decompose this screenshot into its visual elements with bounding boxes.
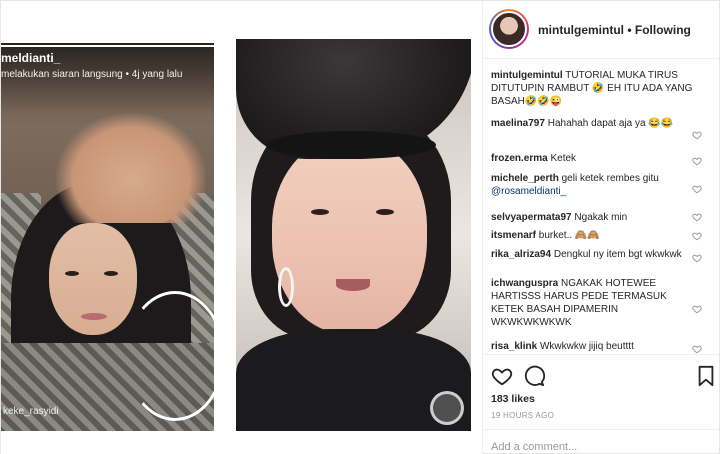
comment-username[interactable]: ichwanguspra bbox=[491, 278, 558, 289]
video-screenshot-right bbox=[236, 39, 471, 431]
comment-text: Dengkul ny item bgt wkwkwk bbox=[553, 249, 682, 260]
highlight-circle bbox=[125, 291, 214, 421]
comment-username[interactable]: frozen.erma bbox=[491, 153, 548, 164]
comment-mention[interactable]: @rosameldianti_ bbox=[491, 186, 566, 197]
caption: mintulgemintul TUTORIAL MUKA TIRUS DITUT… bbox=[491, 69, 696, 108]
comment-username[interactable]: maelina797 bbox=[491, 118, 545, 129]
avatar[interactable] bbox=[489, 9, 529, 49]
live-screenshot-left: meldianti_ melakukan siaran langsung • 4… bbox=[1, 43, 214, 431]
comment-icon[interactable] bbox=[523, 365, 546, 387]
comment-text: Ngakak min bbox=[574, 212, 628, 223]
record-button-icon bbox=[430, 391, 464, 425]
add-comment-input[interactable]: Add a comment... bbox=[491, 441, 577, 453]
comment-text: Ketek bbox=[550, 153, 577, 164]
comment-item: ichwanguspra NGAKAK HOTEWEE HARTISSS HAR… bbox=[491, 277, 696, 329]
likes-count[interactable]: 183 likes bbox=[491, 393, 535, 405]
comment-text: burket.. 🙈🙈 bbox=[538, 230, 600, 241]
comment-item: rika_alriza94 Dengkul ny item bgt wkwkwk bbox=[491, 248, 696, 261]
comment-item: michele_perth geli ketek rembes gitu @ro… bbox=[491, 172, 696, 198]
comment-item: maelina797 Hahahah dapat aja ya 😂😂 bbox=[491, 117, 696, 130]
comment-item: selvyapermata97 Ngakak min bbox=[491, 211, 696, 224]
divider bbox=[483, 429, 720, 430]
header-username[interactable]: mintulgemintul bbox=[538, 23, 624, 37]
comment-like-heart-icon[interactable] bbox=[692, 304, 702, 314]
post-media[interactable]: meldianti_ melakukan siaran langsung • 4… bbox=[1, 1, 482, 454]
comment-like-heart-icon[interactable] bbox=[692, 212, 702, 222]
header-separator: • bbox=[627, 23, 632, 37]
comment-like-heart-icon[interactable] bbox=[692, 156, 702, 166]
comment-like-heart-icon[interactable] bbox=[692, 231, 702, 241]
following-button[interactable]: Following bbox=[635, 23, 691, 37]
comment-text: geli ketek rembes gitu bbox=[561, 173, 659, 184]
comment-like-heart-icon[interactable] bbox=[692, 184, 702, 194]
comment-like-heart-icon[interactable] bbox=[692, 344, 702, 354]
heart-icon[interactable] bbox=[491, 365, 513, 387]
divider bbox=[483, 354, 720, 355]
bookmark-icon[interactable] bbox=[695, 365, 717, 387]
live-progress-bar bbox=[1, 45, 214, 47]
post-header: mintulgemintul • Following bbox=[483, 1, 720, 59]
live-username: meldianti_ bbox=[1, 51, 61, 65]
user-tag: keke_rasyidi bbox=[3, 406, 59, 417]
comment-item: frozen.erma Ketek bbox=[491, 152, 696, 165]
comment-username[interactable]: itsmenarf bbox=[491, 230, 536, 241]
caption-username[interactable]: mintulgemintul bbox=[491, 70, 563, 81]
comment-like-heart-icon[interactable] bbox=[692, 130, 702, 140]
comment-text: Hahahah dapat aja ya 😂😂 bbox=[547, 118, 674, 129]
comment-like-heart-icon[interactable] bbox=[692, 253, 702, 263]
comment-username[interactable]: selvyapermata97 bbox=[491, 212, 572, 223]
comment-username[interactable]: risa_klink bbox=[491, 341, 537, 352]
comment-text: Wkwkwkw jijiq beutttt bbox=[539, 341, 634, 352]
comment-username[interactable]: rika_alriza94 bbox=[491, 249, 551, 260]
comment-item: itsmenarf burket.. 🙈🙈 bbox=[491, 229, 696, 242]
instagram-post: meldianti_ melakukan siaran langsung • 4… bbox=[0, 0, 720, 454]
live-subtitle: melakukan siaran langsung • 4j yang lalu bbox=[1, 69, 183, 80]
comment-item: risa_klink Wkwkwkw jijiq beutttt bbox=[491, 340, 696, 353]
comment-username[interactable]: michele_perth bbox=[491, 173, 559, 184]
post-timestamp: 19 HOURS AGO bbox=[491, 411, 555, 420]
earring bbox=[278, 267, 294, 307]
post-side-panel: mintulgemintul • Following mintulgemintu… bbox=[482, 1, 720, 454]
